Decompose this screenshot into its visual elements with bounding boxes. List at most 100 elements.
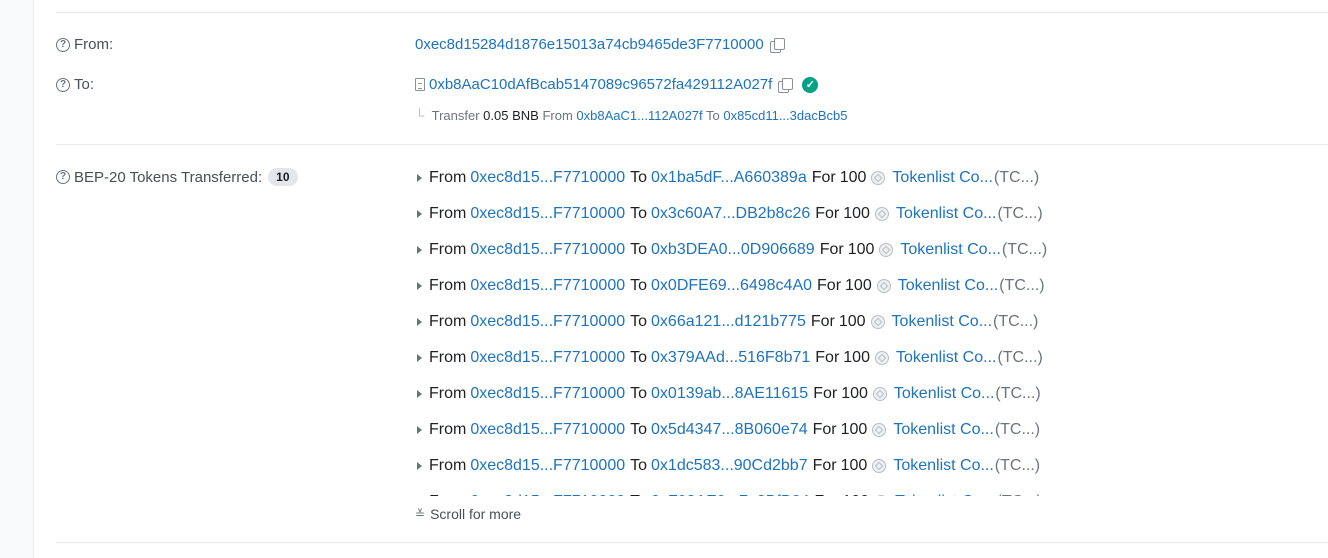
token-to-address-link[interactable]: 0x1ba5dF...A660389a bbox=[651, 169, 807, 187]
token-transfer-row: From 0xec8d15...F7710000 To 0xF93AE9...7e3B… bbox=[415, 484, 1095, 496]
for-word: For bbox=[811, 169, 836, 186]
token-logo-icon bbox=[871, 171, 886, 185]
token-name-link[interactable]: Tokenlist Co... bbox=[898, 277, 998, 295]
token-amount: 100 bbox=[839, 169, 867, 186]
token-logo-icon bbox=[874, 207, 889, 221]
token-symbol: (TC...) bbox=[993, 313, 1039, 330]
to-word: To bbox=[630, 277, 648, 294]
token-from-address-link[interactable]: 0xec8d15...F7710000 bbox=[470, 421, 625, 439]
from-address-link[interactable]: 0xec8d15284d1876e15013a74cb9465de3F77100… bbox=[415, 36, 764, 53]
from-word: From bbox=[429, 205, 467, 222]
token-amount: 100 bbox=[843, 205, 870, 222]
token-from-address-link[interactable]: 0xec8d15...F7710000 bbox=[470, 349, 625, 367]
to-word: To bbox=[630, 349, 648, 366]
to-word: To bbox=[630, 313, 648, 330]
token-transfer-row: From 0xec8d15...F7710000 To 0x3c60A7...DB2b… bbox=[415, 196, 1095, 232]
token-to-address-link[interactable]: 0x0139ab...8AE11615 bbox=[651, 385, 808, 403]
token-transfer-list[interactable]: From 0xec8d15...F7710000 To 0x1ba5dF...A660… bbox=[415, 160, 1095, 496]
expand-triangle-icon[interactable] bbox=[417, 210, 422, 218]
double-chevron-down-icon: ≚ bbox=[415, 507, 426, 521]
token-to-address-link[interactable]: 0x379AAd...516F8b71 bbox=[651, 349, 810, 367]
scroll-for-more-link[interactable]: ≚ Scroll for more bbox=[415, 506, 521, 522]
token-name-link[interactable]: Tokenlist Co... bbox=[892, 313, 992, 331]
token-amount: 100 bbox=[847, 241, 875, 258]
divider bbox=[56, 542, 1328, 543]
from-word: From bbox=[429, 457, 467, 474]
for-word: For bbox=[815, 349, 840, 366]
from-word: From bbox=[429, 241, 467, 258]
token-logo-icon bbox=[876, 279, 891, 293]
token-from-address-link[interactable]: 0xec8d15...F7710000 bbox=[470, 241, 625, 259]
divider bbox=[56, 12, 1328, 13]
token-transfer-row: From 0xec8d15...F7710000 To 0x66a121...d121… bbox=[415, 304, 1095, 340]
token-logo-icon bbox=[874, 495, 889, 496]
token-to-address-link[interactable]: 0x5d4347...8B060e74 bbox=[651, 421, 808, 439]
expand-triangle-icon[interactable] bbox=[417, 462, 422, 470]
token-logo-icon bbox=[872, 459, 887, 473]
token-name-link[interactable]: Tokenlist Co... bbox=[896, 349, 996, 367]
token-amount: 100 bbox=[842, 493, 869, 496]
token-from-address-link[interactable]: 0xec8d15...F7710000 bbox=[470, 169, 625, 187]
copy-icon[interactable] bbox=[778, 77, 794, 93]
token-name-link[interactable]: Tokenlist Co... bbox=[894, 385, 994, 403]
token-to-address-link[interactable]: 0x66a121...d121b775 bbox=[651, 313, 806, 331]
for-word: For bbox=[810, 313, 835, 330]
to-address-link[interactable]: 0xb8AaC10dAfBcab5147089c96572fa429112A02… bbox=[429, 76, 772, 93]
token-transfer-row: From 0xec8d15...F7710000 To 0x0139ab...8AE1… bbox=[415, 376, 1095, 412]
expand-triangle-icon[interactable] bbox=[417, 390, 422, 398]
token-transfer-row: From 0xec8d15...F7710000 To 0xb3DEA0...0D90… bbox=[415, 232, 1095, 268]
to-value-row: 0xb8AaC10dAfBcab5147089c96572fa429112A02… bbox=[415, 76, 819, 93]
token-amount: 100 bbox=[840, 421, 868, 438]
internal-to-address-link[interactable]: 0x85cd11...3dacBcb5 bbox=[723, 108, 847, 123]
token-name-link[interactable]: Tokenlist Co... bbox=[896, 205, 996, 223]
token-from-address-link[interactable]: 0xec8d15...F7710000 bbox=[470, 493, 625, 496]
token-name-link[interactable]: Tokenlist Co... bbox=[893, 421, 993, 439]
token-transfer-row: From 0xec8d15...F7710000 To 0x0DFE69...6498… bbox=[415, 268, 1095, 304]
expand-triangle-icon[interactable] bbox=[417, 318, 422, 326]
token-from-address-link[interactable]: 0xec8d15...F7710000 bbox=[470, 385, 625, 403]
token-name-link[interactable]: Tokenlist Co... bbox=[900, 241, 1000, 259]
token-symbol: (TC...) bbox=[997, 205, 1043, 222]
token-to-address-link[interactable]: 0xb3DEA0...0D906689 bbox=[651, 241, 815, 259]
token-from-address-link[interactable]: 0xec8d15...F7710000 bbox=[470, 205, 625, 223]
token-to-address-link[interactable]: 0x0DFE69...6498c4A0 bbox=[651, 277, 812, 295]
help-icon[interactable]: ? bbox=[56, 170, 70, 184]
copy-icon[interactable] bbox=[769, 37, 785, 53]
expand-triangle-icon[interactable] bbox=[417, 426, 422, 434]
token-to-address-link[interactable]: 0x3c60A7...DB2b8c26 bbox=[651, 205, 810, 223]
help-icon[interactable]: ? bbox=[56, 37, 70, 52]
for-word: For bbox=[812, 457, 837, 474]
token-from-address-link[interactable]: 0xec8d15...F7710000 bbox=[470, 313, 625, 331]
token-symbol: (TC...) bbox=[1001, 241, 1048, 258]
from-word: From bbox=[429, 421, 467, 438]
to-word: To bbox=[630, 385, 648, 402]
token-from-address-link[interactable]: 0xec8d15...F7710000 bbox=[470, 457, 625, 475]
expand-triangle-icon[interactable] bbox=[417, 246, 422, 254]
for-word: For bbox=[813, 385, 838, 402]
transaction-details-card: ? From: 0xec8d15284d1876e15013a74cb9465d… bbox=[33, 0, 1328, 558]
to-label: To: bbox=[74, 76, 95, 93]
token-from-address-link[interactable]: 0xec8d15...F7710000 bbox=[470, 277, 625, 295]
from-word: From bbox=[429, 493, 466, 496]
corner-arrow-icon: └ bbox=[415, 108, 425, 123]
expand-triangle-icon[interactable] bbox=[417, 354, 422, 362]
token-logo-icon bbox=[874, 351, 889, 365]
token-amount: 100 bbox=[841, 385, 868, 402]
token-to-address-link[interactable]: 0xF93AE9...7e3BfB24 bbox=[651, 493, 809, 496]
token-to-address-link[interactable]: 0x1dc583...90Cd2bb7 bbox=[651, 457, 808, 475]
divider bbox=[56, 144, 1328, 145]
token-logo-icon bbox=[870, 315, 885, 329]
expand-triangle-icon[interactable] bbox=[417, 282, 422, 290]
expand-triangle-icon[interactable] bbox=[417, 174, 422, 182]
token-transfer-row: From 0xec8d15...F7710000 To 0x1ba5dF...A660… bbox=[415, 160, 1095, 196]
scroll-for-more-label: Scroll for more bbox=[430, 506, 522, 522]
verified-check-icon: ✓ bbox=[802, 76, 819, 93]
for-word: For bbox=[817, 277, 842, 294]
internal-from-address-link[interactable]: 0xb8AaC1...112A027f bbox=[576, 108, 702, 123]
token-transfer-row: From 0xec8d15...F7710000 To 0x379AAd...516F… bbox=[415, 340, 1095, 376]
from-word: From bbox=[429, 313, 467, 330]
help-icon[interactable]: ? bbox=[56, 77, 70, 92]
token-name-link[interactable]: Tokenlist Co... bbox=[892, 169, 992, 187]
token-name-link[interactable]: Tokenlist Co... bbox=[895, 493, 995, 496]
token-name-link[interactable]: Tokenlist Co... bbox=[893, 457, 993, 475]
